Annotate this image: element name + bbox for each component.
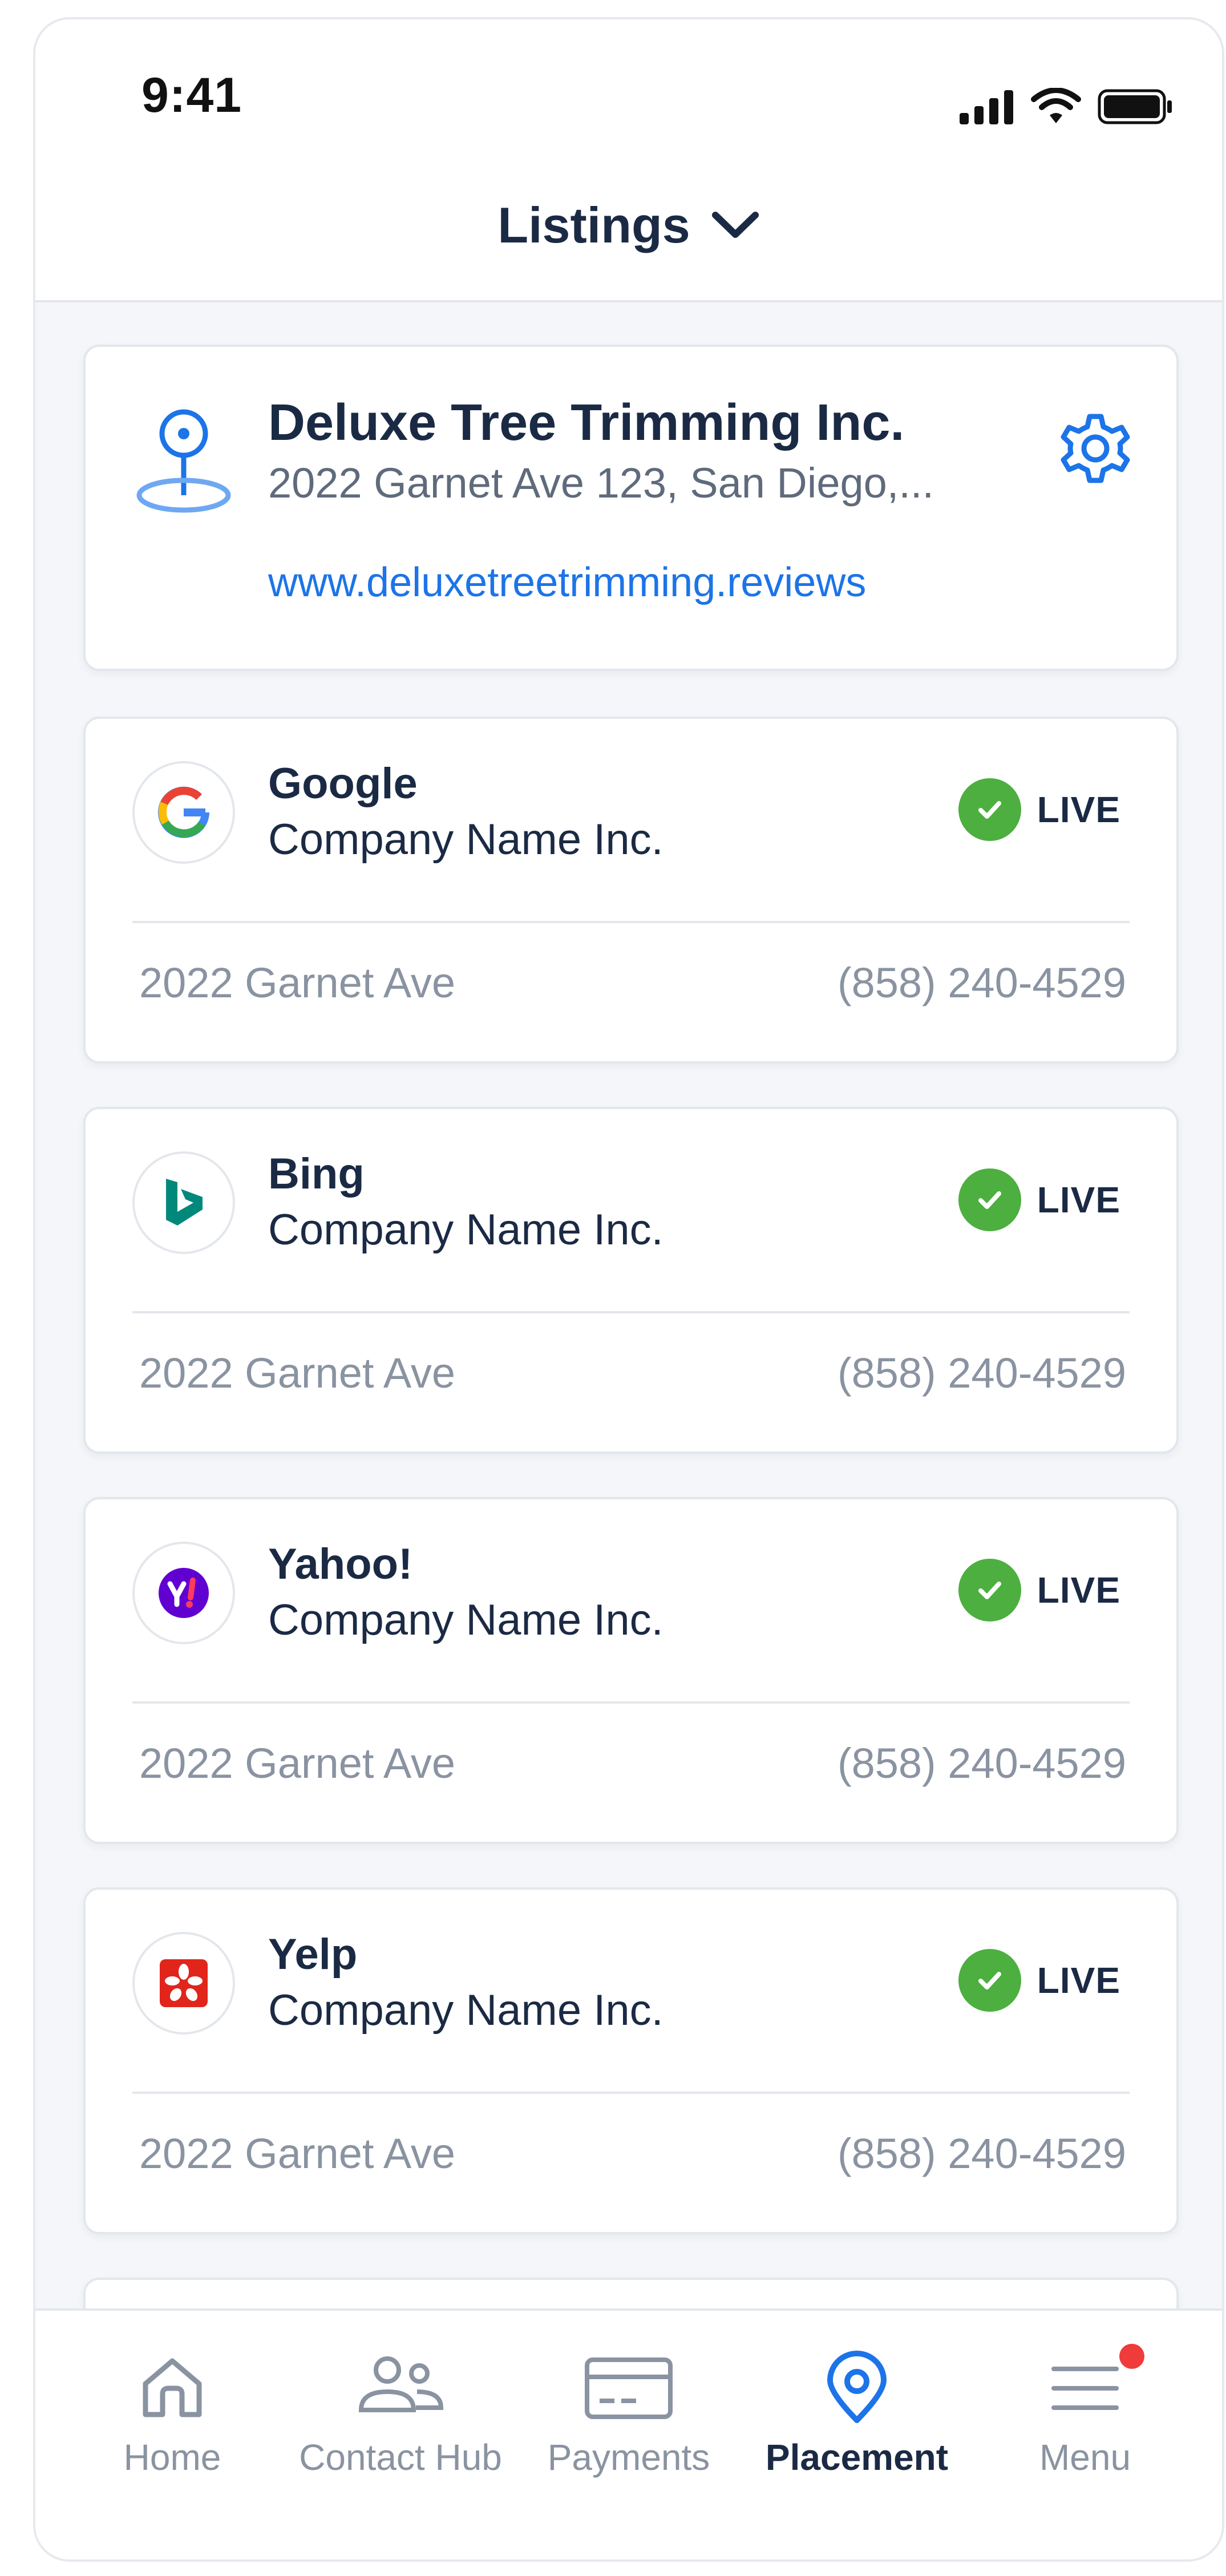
status-label: LIVE xyxy=(1037,1570,1120,1611)
status-label: LIVE xyxy=(1037,1179,1120,1220)
page-title: Listings xyxy=(497,197,690,253)
status-label: LIVE xyxy=(1037,789,1120,830)
google-logo-icon xyxy=(132,761,235,864)
directory-name: Google xyxy=(268,759,418,808)
listing-phone: (858) 240-4529 xyxy=(837,959,1126,1006)
business-address: 2022 Garnet Ave 123, San Diego,... xyxy=(268,459,934,507)
divider xyxy=(132,1701,1130,1704)
check-icon xyxy=(958,1559,1021,1621)
status-badge: LIVE xyxy=(958,1168,1120,1231)
directory-name: Yahoo! xyxy=(268,1540,413,1588)
nav-label: Home xyxy=(123,2437,221,2478)
nav-label: Contact Hub xyxy=(299,2437,502,2478)
nav-menu[interactable]: Menu xyxy=(971,2311,1199,2559)
battery-icon xyxy=(1098,89,1172,124)
notification-badge xyxy=(1119,2344,1144,2369)
phone-frame: 9:41 Listings Deluxe Tree Trimming Inc. … xyxy=(33,17,1224,2562)
divider xyxy=(132,2092,1130,2094)
yahoo-logo-icon xyxy=(132,1542,235,1644)
listing-address: 2022 Garnet Ave xyxy=(139,959,456,1006)
nav-label: Placement xyxy=(765,2437,949,2478)
listing-address: 2022 Garnet Ave xyxy=(139,2130,456,2177)
menu-icon xyxy=(1051,2367,1119,2410)
listing-card-google[interactable]: Google Company Name Inc. LIVE 2022 Garne… xyxy=(83,717,1179,1063)
listing-card-yahoo[interactable]: Yahoo! Company Name Inc. LIVE 2022 Garne… xyxy=(83,1497,1179,1844)
status-time: 9:41 xyxy=(141,68,242,123)
home-icon xyxy=(143,2358,202,2417)
business-card[interactable]: Deluxe Tree Trimming Inc. 2022 Garnet Av… xyxy=(83,345,1179,671)
nav-contact-hub[interactable]: Contact Hub xyxy=(286,2311,515,2559)
listing-address: 2022 Garnet Ave xyxy=(139,1349,456,1397)
card-icon xyxy=(585,2357,673,2419)
wifi-icon xyxy=(1031,88,1081,123)
nav-home[interactable]: Home xyxy=(58,2311,286,2559)
divider xyxy=(132,921,1130,923)
status-badge: LIVE xyxy=(958,1559,1120,1621)
company-name: Company Name Inc. xyxy=(268,1986,663,2035)
divider xyxy=(132,1311,1130,1313)
status-label: LIVE xyxy=(1037,1960,1120,2001)
nav-label: Menu xyxy=(1039,2437,1131,2478)
location-pin-icon xyxy=(136,409,231,513)
bottom-nav: Home Contact Hub Payments Placement Menu xyxy=(35,2308,1222,2559)
company-name: Company Name Inc. xyxy=(268,1206,663,1254)
status-badge: LIVE xyxy=(958,1949,1120,2012)
nav-payments[interactable]: Payments xyxy=(515,2311,743,2559)
gear-icon[interactable] xyxy=(1055,411,1135,491)
yelp-logo-icon xyxy=(132,1932,235,2035)
status-badge: LIVE xyxy=(958,778,1120,841)
nav-placement[interactable]: Placement xyxy=(743,2311,971,2559)
listing-card-yelp[interactable]: Yelp Company Name Inc. LIVE 2022 Garnet … xyxy=(83,1887,1179,2234)
top-bar: 9:41 Listings xyxy=(35,19,1222,302)
directory-name: Yelp xyxy=(268,1930,358,1979)
bing-logo-icon xyxy=(132,1151,235,1254)
company-name: Company Name Inc. xyxy=(268,1596,663,1644)
check-icon xyxy=(958,778,1021,841)
listing-phone: (858) 240-4529 xyxy=(837,1349,1126,1397)
chevron-down-icon xyxy=(711,212,759,238)
company-name: Company Name Inc. xyxy=(268,815,663,864)
business-url-link[interactable]: www.deluxetreetrimming.reviews xyxy=(268,559,866,606)
listing-phone: (858) 240-4529 xyxy=(837,1740,1126,1787)
signal-icon xyxy=(960,90,1013,124)
listing-phone: (858) 240-4529 xyxy=(837,2130,1126,2177)
check-icon xyxy=(958,1949,1021,2012)
listings-dropdown[interactable]: Listings xyxy=(35,196,1222,254)
check-icon xyxy=(958,1168,1021,1231)
people-icon xyxy=(358,2356,444,2412)
listing-address: 2022 Garnet Ave xyxy=(139,1740,456,1787)
directory-name: Bing xyxy=(268,1150,365,1198)
location-pin-icon xyxy=(827,2351,887,2423)
nav-label: Payments xyxy=(547,2437,710,2478)
status-icons xyxy=(960,88,1173,124)
business-name: Deluxe Tree Trimming Inc. xyxy=(268,394,905,451)
listing-card-bing[interactable]: Bing Company Name Inc. LIVE 2022 Garnet … xyxy=(83,1107,1179,1454)
